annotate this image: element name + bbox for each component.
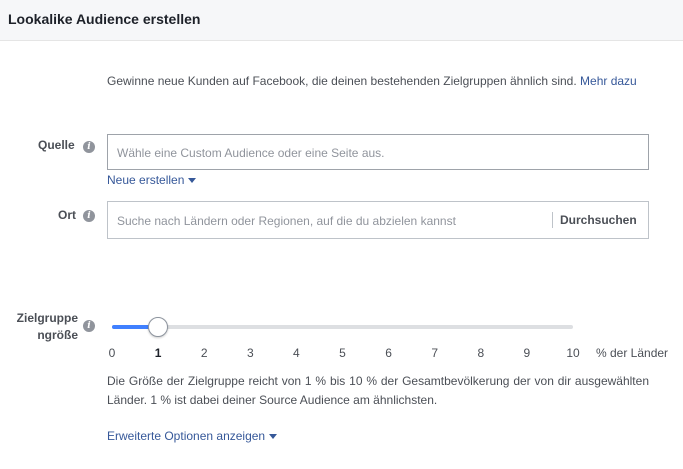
audience-size-slider-track[interactable] bbox=[112, 325, 573, 329]
browse-button[interactable]: Durchsuchen bbox=[560, 213, 637, 227]
slider-tick-4[interactable]: 4 bbox=[286, 346, 306, 360]
slider-tick-3[interactable]: 3 bbox=[240, 346, 260, 360]
slider-tick-8[interactable]: 8 bbox=[471, 346, 491, 360]
caret-down-icon bbox=[269, 434, 278, 440]
slider-tick-5[interactable]: 5 bbox=[333, 346, 353, 360]
intro-description: Gewinne neue Kunden auf Facebook, die de… bbox=[107, 74, 577, 88]
audience-size-slider-handle[interactable] bbox=[148, 317, 169, 337]
create-new-label: Neue erstellen bbox=[107, 173, 185, 187]
audience-size-label-line2: ngröße bbox=[37, 328, 78, 342]
learn-more-link[interactable]: Mehr dazu bbox=[580, 74, 637, 88]
audience-size-label-line1: Zielgruppe bbox=[16, 311, 78, 325]
location-label: Ort bbox=[58, 208, 76, 222]
dialog-header: Lookalike Audience erstellen bbox=[0, 0, 683, 41]
slider-tick-10[interactable]: 10 bbox=[563, 346, 583, 360]
intro-text: Gewinne neue Kunden auf Facebook, die de… bbox=[107, 72, 655, 91]
info-icon[interactable]: i bbox=[83, 141, 95, 153]
slider-tick-2[interactable]: 2 bbox=[194, 346, 214, 360]
advanced-options-label: Erweiterte Optionen anzeigen bbox=[107, 429, 266, 443]
dialog-title: Lookalike Audience erstellen bbox=[8, 11, 201, 27]
location-search-input[interactable]: Suche nach Ländern oder Regionen, auf di… bbox=[107, 201, 649, 239]
advanced-options-link[interactable]: Erweiterte Optionen anzeigen bbox=[107, 429, 278, 443]
audience-size-label: Zielgruppe ngröße bbox=[12, 310, 78, 344]
slider-tick-9[interactable]: 9 bbox=[517, 346, 537, 360]
caret-down-icon bbox=[188, 178, 197, 184]
slider-unit: % der Länder bbox=[596, 346, 669, 360]
info-icon[interactable]: i bbox=[83, 210, 95, 222]
divider bbox=[552, 212, 553, 228]
create-new-dropdown[interactable]: Neue erstellen bbox=[107, 173, 197, 187]
source-placeholder: Wähle eine Custom Audience oder eine Sei… bbox=[117, 146, 385, 160]
slider-tick-0[interactable]: 0 bbox=[102, 346, 122, 360]
source-label: Quelle bbox=[38, 138, 75, 152]
source-input[interactable]: Wähle eine Custom Audience oder eine Sei… bbox=[107, 134, 649, 170]
slider-tick-6[interactable]: 6 bbox=[379, 346, 399, 360]
info-icon[interactable]: i bbox=[83, 320, 95, 332]
audience-size-description: Die Größe der Zielgruppe reicht von 1 % … bbox=[107, 374, 649, 407]
location-placeholder: Suche nach Ländern oder Regionen, auf di… bbox=[117, 214, 456, 228]
slider-tick-1[interactable]: 1 bbox=[148, 346, 168, 360]
slider-tick-7[interactable]: 7 bbox=[425, 346, 445, 360]
